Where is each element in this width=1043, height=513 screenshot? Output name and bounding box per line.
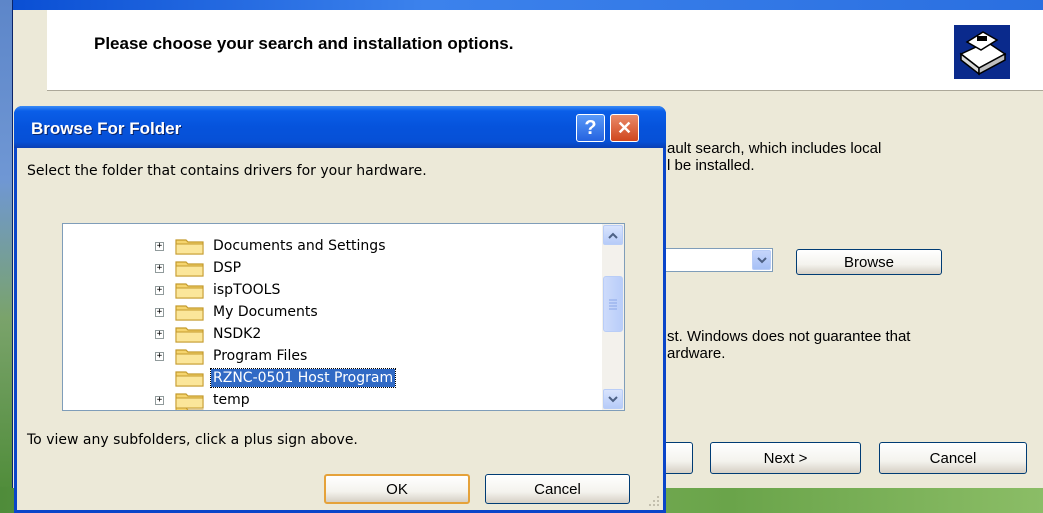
folder-icon — [175, 349, 204, 365]
tree-item[interactable]: + ispTOOLS — [63, 279, 603, 301]
dialog-titlebar[interactable]: Browse For Folder ? ✕ — [14, 106, 666, 148]
folder-icon — [175, 305, 204, 321]
folder-icon — [175, 239, 204, 255]
expand-plus-icon[interactable]: + — [155, 352, 164, 361]
open-folder-icon — [175, 371, 204, 387]
wizard-titlebar — [13, 0, 1043, 10]
close-button[interactable]: ✕ — [610, 114, 639, 142]
tree-item[interactable]: RZNC-0501 Host Program — [63, 367, 603, 389]
scroll-thumb[interactable] — [603, 276, 623, 332]
wizard-text-line: l be installed. — [667, 157, 755, 174]
tree-item[interactable]: + DSP — [63, 257, 603, 279]
tree-item-label: Documents and Settings — [213, 238, 386, 254]
help-icon: ? — [584, 116, 597, 139]
folder-icon — [175, 283, 204, 299]
folder-icon — [175, 407, 204, 410]
tree-item-label: Program Files — [213, 348, 308, 364]
browse-for-folder-dialog: Browse For Folder ? ✕ Select the folder … — [14, 106, 666, 513]
dialog-hint: To view any subfolders, click a plus sig… — [27, 432, 358, 448]
scroll-down-button[interactable] — [603, 389, 623, 409]
wizard-text-line: ault search, which includes local — [667, 140, 882, 157]
chevron-up-icon — [608, 232, 618, 239]
wizard-text-line: st. Windows does not guarantee that — [667, 328, 911, 345]
close-icon: ✕ — [616, 117, 633, 138]
expand-plus-icon[interactable]: + — [155, 286, 164, 295]
tree-item-label: temp — [213, 392, 250, 408]
expand-plus-icon[interactable]: + — [155, 242, 164, 251]
expand-plus-icon[interactable]: + — [155, 264, 164, 273]
chevron-down-icon[interactable] — [752, 250, 771, 270]
wizard-text-line: ardware. — [667, 345, 726, 362]
hardware-wizard-icon — [954, 25, 1010, 79]
expand-plus-icon[interactable]: + — [155, 396, 164, 405]
tree-item-label: NSDK2 — [213, 326, 262, 342]
resize-grip-icon[interactable] — [647, 494, 661, 508]
tree-item[interactable]: + Documents and Settings — [63, 235, 603, 257]
folder-icon — [175, 261, 204, 277]
location-combo[interactable] — [661, 248, 773, 272]
desktop-background-left — [0, 0, 12, 513]
dialog-title: Browse For Folder — [31, 119, 182, 138]
tree-item-label: DSP — [213, 260, 242, 276]
chevron-down-icon — [608, 395, 618, 402]
tree-item-label: My Documents — [213, 304, 318, 320]
tree-item[interactable]: + NSDK2 — [63, 323, 603, 345]
expand-plus-icon[interactable]: + — [155, 330, 164, 339]
scroll-up-button[interactable] — [603, 225, 623, 245]
ok-button[interactable]: OK — [324, 474, 470, 504]
expand-plus-icon[interactable]: + — [155, 308, 164, 317]
wizard-header: Please choose your search and installati… — [47, 10, 1043, 91]
cancel-button[interactable]: Cancel — [879, 442, 1027, 474]
tree-scrollbar[interactable] — [602, 224, 624, 410]
tree-item-label: ispTOOLS — [213, 282, 281, 298]
dialog-instruction: Select the folder that contains drivers … — [27, 163, 427, 179]
help-button[interactable]: ? — [576, 114, 605, 142]
tree-item-label: RZNC-0501 Host Program — [209, 368, 397, 388]
tree-item[interactable]: + temp — [63, 389, 603, 410]
folder-tree[interactable]: + Documents and Settings + DSP + ispTOOLS + My … — [62, 223, 625, 411]
wizard-header-title: Please choose your search and installati… — [94, 34, 514, 53]
browse-button[interactable]: Browse — [796, 249, 942, 275]
next-button[interactable]: Next > — [710, 442, 861, 474]
dialog-cancel-button[interactable]: Cancel — [485, 474, 630, 504]
tree-item[interactable]: + My Documents — [63, 301, 603, 323]
tree-item[interactable]: + Program Files — [63, 345, 603, 367]
folder-icon — [175, 327, 204, 343]
